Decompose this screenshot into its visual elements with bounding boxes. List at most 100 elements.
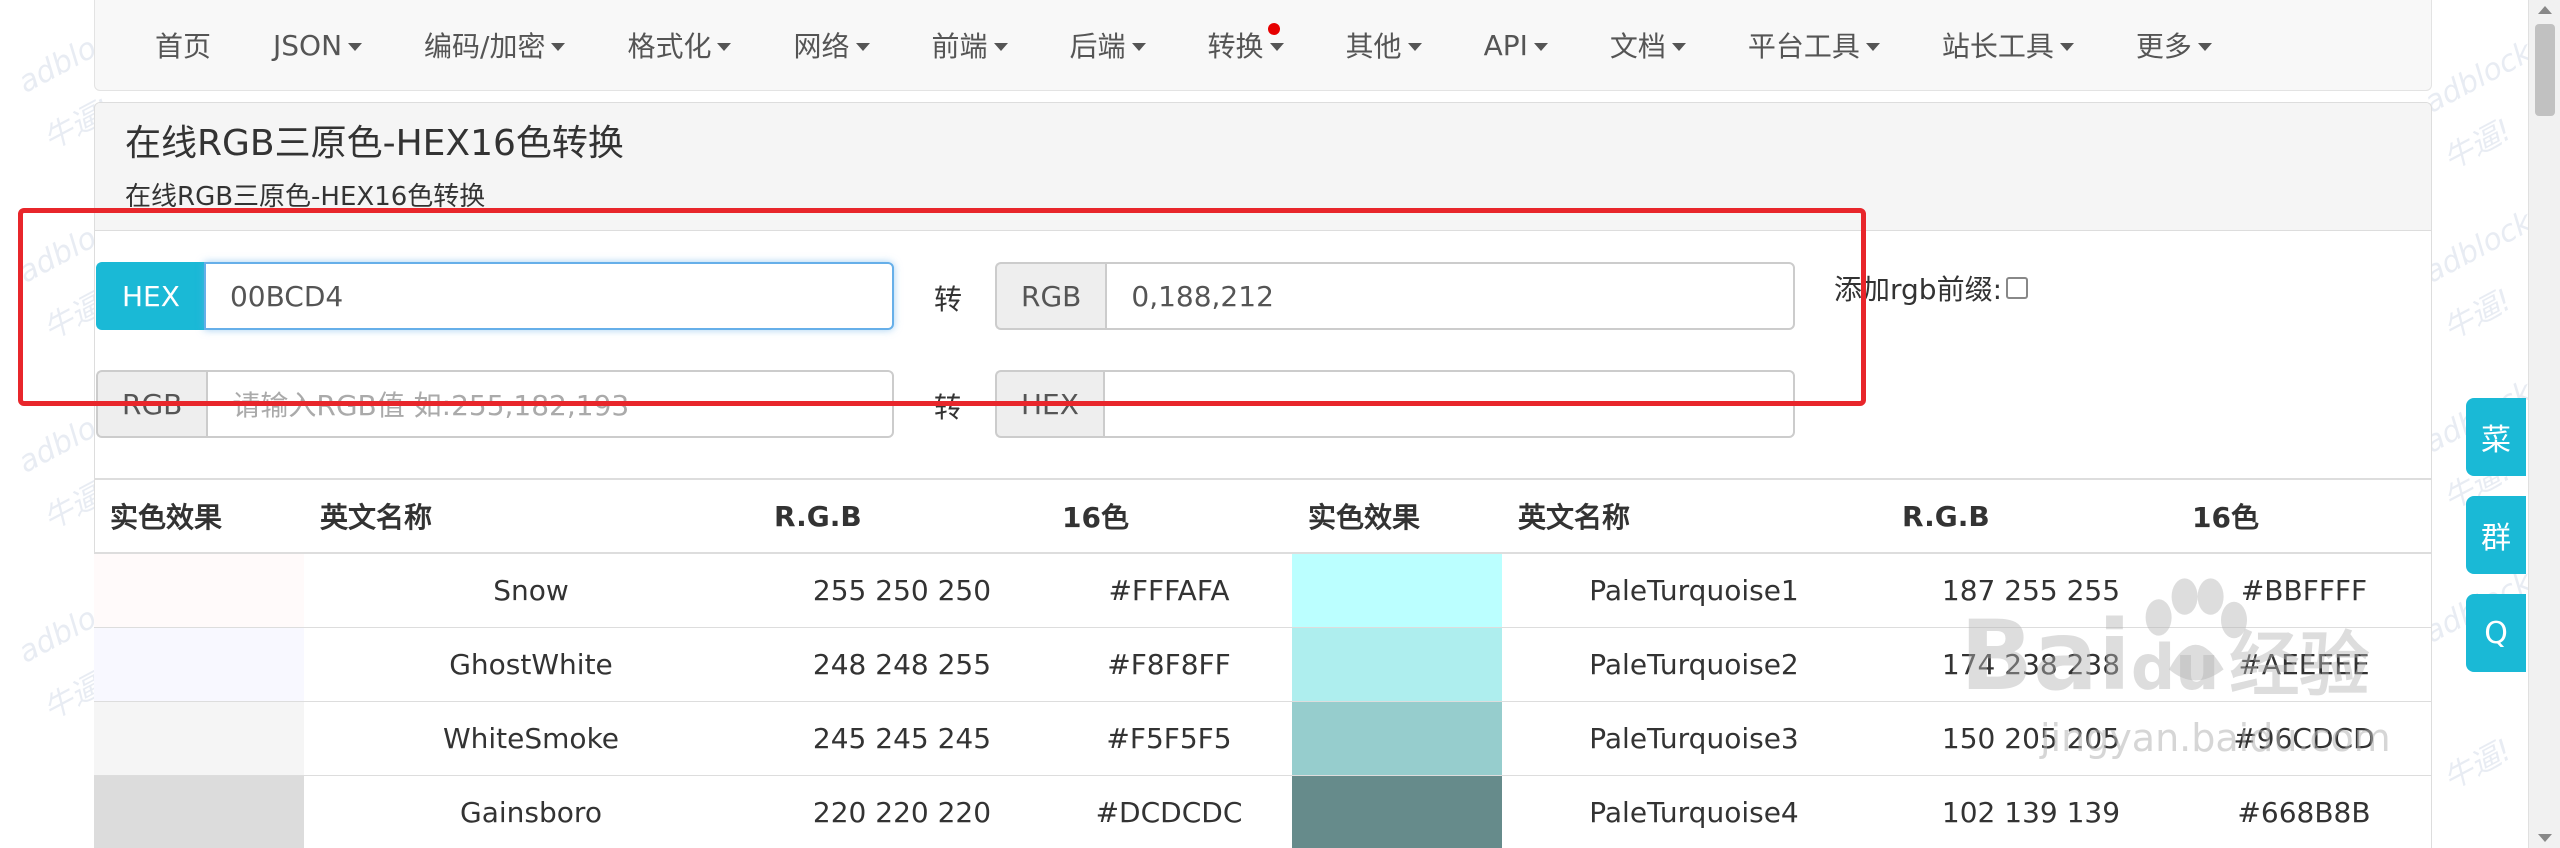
color-swatch (1292, 626, 1502, 701)
nav-item-home[interactable]: 首页 (155, 25, 211, 65)
watermark-niubi: 牛逼! (2437, 282, 2518, 348)
column-header: R.G.B (758, 478, 1046, 554)
menu-float-button[interactable]: 菜 (2466, 398, 2526, 476)
top-navbar: 首页 JSON 编码/加密 格式化 网络 前端 后端 转换 其他 API 文档 … (94, 0, 2432, 91)
table-cell: #DCDCDC (1046, 774, 1292, 848)
table-cell: #668B8B (2176, 774, 2432, 848)
table-cell: WhiteSmoke (304, 700, 758, 775)
table-cell: Snow (304, 552, 758, 627)
nav-item-webmaster-tools[interactable]: 站长工具 (1942, 25, 2074, 65)
column-header: 实色效果 (94, 478, 304, 554)
table-cell: PaleTurquoise1 (1502, 552, 1886, 627)
table-cell: #F5F5F5 (1046, 700, 1292, 775)
table-cell: #FFFAFA (1046, 552, 1292, 627)
table-row: Gainsboro 220 220 220 #DCDCDC PaleTurquoise… (94, 774, 2432, 848)
table-row: GhostWhite 248 248 255 #F8F8FF PaleTurquois… (94, 626, 2432, 701)
table-cell: Gainsboro (304, 774, 758, 848)
notification-dot (1267, 23, 1280, 35)
nav-item-other[interactable]: 其他 (1346, 25, 1422, 65)
nav-label: 更多 (2135, 30, 2192, 63)
chevron-down-icon (855, 43, 870, 51)
color-swatch (94, 774, 304, 848)
scroll-thumb[interactable] (2535, 24, 2555, 116)
watermark-niubi: 牛逼! (2437, 112, 2518, 178)
column-header: 实色效果 (1292, 478, 1502, 554)
color-swatch (94, 626, 304, 701)
table-cell: 220 220 220 (758, 774, 1046, 848)
color-swatch (1292, 552, 1502, 627)
nav-label: 格式化 (627, 30, 712, 63)
watermark-adblock: adblock (2418, 34, 2539, 121)
color-swatch (94, 700, 304, 775)
table-row: Snow 255 250 250 #FFFAFA PaleTurquoise1 187 … (94, 552, 2432, 627)
nav-label: 编码/加密 (424, 30, 546, 63)
chevron-down-icon (1865, 43, 1880, 51)
chevron-down-icon (1671, 43, 1686, 51)
nav-label: 首页 (155, 30, 212, 63)
rgb-prefix-checkbox[interactable] (2006, 277, 2029, 299)
table-cell: 150 205 205 (1886, 700, 2176, 775)
table-cell: 187 255 255 (1886, 552, 2176, 627)
scroll-up-icon[interactable] (2538, 6, 2552, 14)
chevron-down-icon (1131, 43, 1146, 51)
nav-label: 站长工具 (1941, 30, 2054, 63)
highlight-box (18, 208, 1866, 406)
chevron-down-icon (717, 43, 732, 51)
nav-item-platform-tools[interactable]: 平台工具 (1748, 25, 1880, 65)
column-header: 英文名称 (1502, 478, 1886, 554)
chevron-down-icon (1407, 43, 1422, 51)
table-cell: #AEEEEE (2176, 626, 2432, 701)
watermark-adblock: adblock (2418, 204, 2539, 291)
column-header: 英文名称 (304, 478, 758, 554)
table-cell: 174 238 238 (1886, 626, 2176, 701)
chevron-down-icon (2059, 43, 2074, 51)
table-header-row: 实色效果 英文名称 R.G.B 16色 实色效果 英文名称 R.G.B 16色 (94, 478, 2432, 554)
nav-label: 转换 (1207, 30, 1264, 63)
table-cell: 245 245 245 (758, 700, 1046, 775)
nav-label: 其他 (1345, 30, 1402, 63)
chevron-down-icon (993, 43, 1008, 51)
color-swatch (94, 552, 304, 627)
nav-item-encode[interactable]: 编码/加密 (424, 25, 566, 65)
chevron-down-icon (1269, 43, 1284, 51)
color-swatch (1292, 774, 1502, 848)
table-cell: 102 139 139 (1886, 774, 2176, 848)
nav-item-format[interactable]: 格式化 (627, 25, 732, 65)
table-cell: PaleTurquoise3 (1502, 700, 1886, 775)
table-cell: #F8F8FF (1046, 626, 1292, 701)
table-cell: PaleTurquoise2 (1502, 626, 1886, 701)
table-cell: 248 248 255 (758, 626, 1046, 701)
nav-label: 平台工具 (1747, 30, 1860, 63)
group-float-button[interactable]: 群 (2466, 496, 2526, 574)
nav-item-json[interactable]: JSON (273, 28, 363, 62)
watermark-niubi: 牛逼! (2437, 732, 2518, 798)
chevron-down-icon (2197, 43, 2212, 51)
table-cell: PaleTurquoise4 (1502, 774, 1886, 848)
nav-label: 后端 (1069, 30, 1126, 63)
nav-item-convert[interactable]: 转换 (1207, 23, 1284, 65)
nav-label: 网络 (793, 30, 850, 63)
nav-item-docs[interactable]: 文档 (1610, 25, 1686, 65)
chevron-down-icon (1533, 43, 1548, 51)
page-scrollbar[interactable] (2528, 0, 2560, 848)
nav-label: API (1483, 28, 1528, 62)
color-swatch (1292, 700, 1502, 775)
table-row: WhiteSmoke 245 245 245 #F5F5F5 PaleTurquois… (94, 700, 2432, 775)
scroll-down-icon[interactable] (2538, 834, 2552, 842)
nav-item-frontend[interactable]: 前端 (932, 25, 1008, 65)
column-header: 16色 (1046, 478, 1292, 554)
color-table: 实色效果 英文名称 R.G.B 16色 实色效果 英文名称 R.G.B 16色 … (94, 478, 2432, 848)
nav-label: 文档 (1609, 30, 1666, 63)
nav-label: JSON (273, 28, 343, 62)
nav-item-network[interactable]: 网络 (793, 25, 870, 65)
nav-item-more[interactable]: 更多 (2136, 25, 2212, 65)
nav-item-api[interactable]: API (1484, 29, 1548, 62)
table-cell: GhostWhite (304, 626, 758, 701)
nav-item-backend[interactable]: 后端 (1070, 25, 1146, 65)
chevron-down-icon (348, 43, 363, 51)
qq-float-button[interactable]: Q (2466, 594, 2526, 672)
nav-label: 前端 (931, 30, 988, 63)
page-title: 在线RGB三原色-HEX16色转换 (125, 123, 624, 164)
chevron-down-icon (551, 43, 566, 51)
column-header: R.G.B (1886, 478, 2176, 554)
